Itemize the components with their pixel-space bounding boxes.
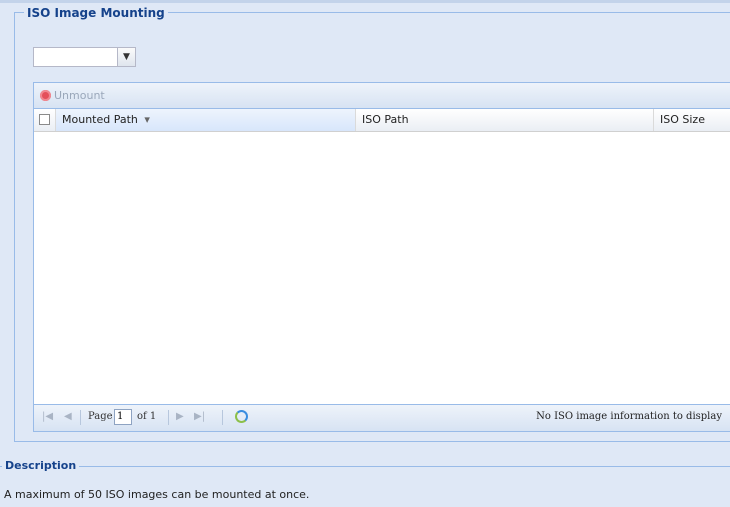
column-label: ISO Size bbox=[660, 113, 705, 126]
grid-body bbox=[34, 132, 730, 404]
grid-header: Mounted Path ▾ ISO Path ISO Size bbox=[34, 109, 730, 132]
separator bbox=[222, 410, 223, 425]
description-legend: Description bbox=[2, 459, 80, 472]
separator bbox=[168, 410, 169, 425]
top-border bbox=[0, 0, 730, 3]
iso-mounting-legend: ISO Image Mounting bbox=[24, 6, 168, 20]
description-text: A maximum of 50 ISO images can be mounte… bbox=[4, 488, 310, 501]
iso-grid: Unmount Mounted Path ▾ ISO Path ISO Size… bbox=[33, 82, 730, 432]
page-number-input[interactable]: 1 bbox=[114, 409, 132, 425]
column-header-iso-path[interactable]: ISO Path bbox=[356, 109, 654, 131]
next-page-icon[interactable]: ▶ bbox=[176, 411, 184, 422]
select-all-cell bbox=[34, 109, 56, 131]
page-label: Page bbox=[88, 411, 113, 422]
grid-toolbar: Unmount bbox=[34, 83, 730, 109]
iso-select-combo[interactable]: ▼ bbox=[33, 47, 136, 67]
first-page-icon[interactable]: |◀ bbox=[42, 411, 53, 422]
refresh-icon[interactable] bbox=[235, 410, 248, 423]
paging-toolbar: |◀ ◀ Page 1 of 1 ▶ ▶| No ISO image infor… bbox=[34, 404, 730, 431]
select-all-checkbox[interactable] bbox=[39, 114, 50, 125]
separator bbox=[80, 410, 81, 425]
column-label: ISO Path bbox=[362, 113, 409, 126]
prev-page-icon[interactable]: ◀ bbox=[64, 411, 72, 422]
column-header-mounted-path[interactable]: Mounted Path ▾ bbox=[56, 109, 356, 131]
last-page-icon[interactable]: ▶| bbox=[194, 411, 205, 422]
page-total: of 1 bbox=[137, 411, 157, 422]
column-label: Mounted Path bbox=[62, 113, 138, 126]
unmount-button[interactable]: Unmount bbox=[54, 89, 105, 102]
unmount-icon bbox=[40, 90, 51, 101]
paging-empty-message: No ISO image information to display bbox=[536, 411, 722, 422]
chevron-down-icon[interactable]: ▼ bbox=[117, 48, 135, 66]
sort-desc-icon: ▾ bbox=[144, 113, 150, 126]
column-header-iso-size[interactable]: ISO Size bbox=[654, 109, 730, 131]
